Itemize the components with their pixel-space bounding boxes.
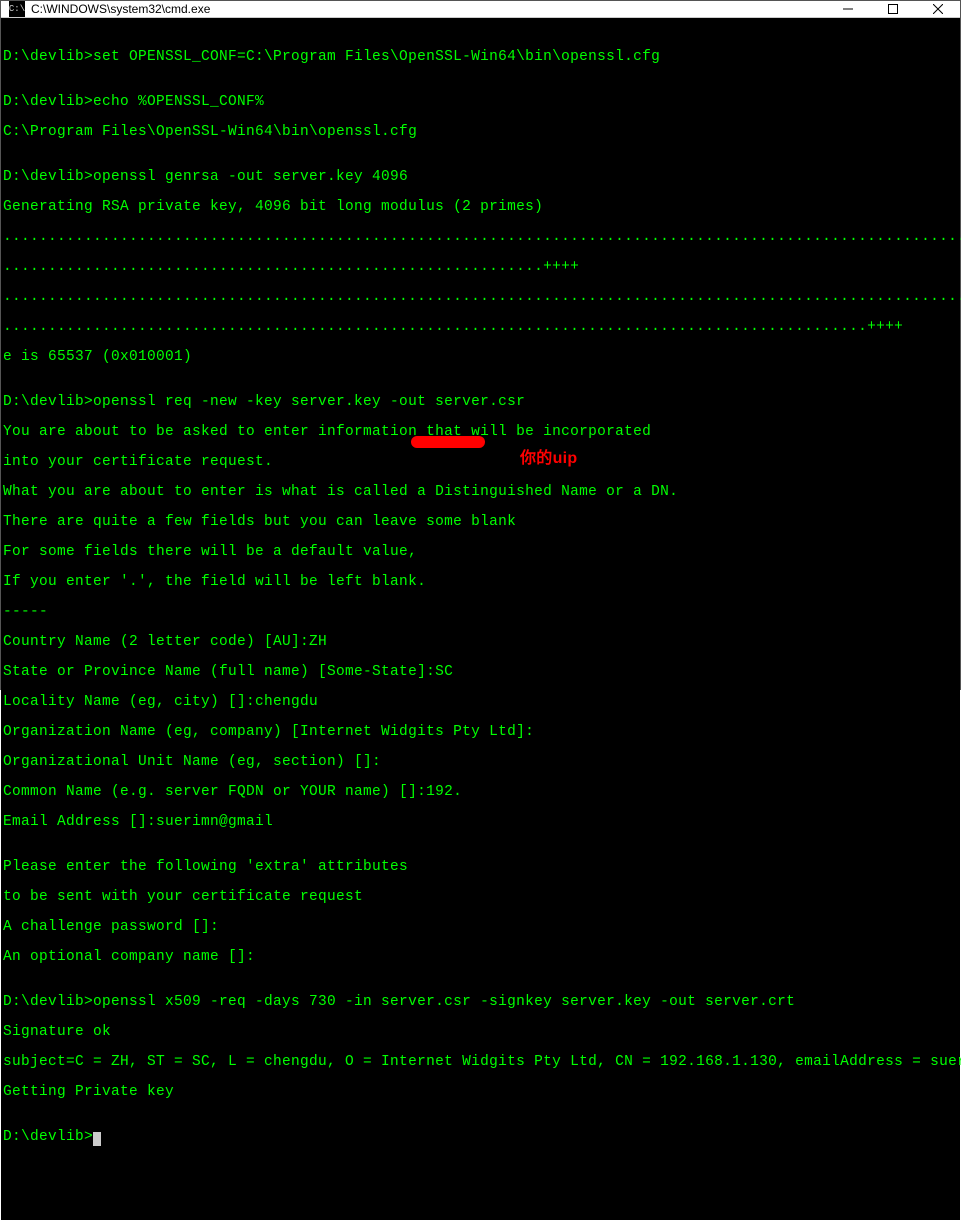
output-line: ........................................…	[3, 320, 960, 335]
output-line: D:\devlib>openssl req -new -key server.k…	[3, 395, 960, 410]
output-line: -----	[3, 605, 960, 620]
output-line: ........................................…	[3, 260, 960, 275]
maximize-button[interactable]	[870, 1, 915, 17]
output-line: e is 65537 (0x010001)	[3, 350, 960, 365]
output-line: Getting Private key	[3, 1085, 960, 1100]
output-line: D:\devlib>set OPENSSL_CONF=C:\Program Fi…	[3, 50, 960, 65]
output-line: Please enter the following 'extra' attri…	[3, 860, 960, 875]
close-icon	[933, 4, 943, 14]
output-line: C:\Program Files\OpenSSL-Win64\bin\opens…	[3, 125, 960, 140]
text-cursor	[93, 1132, 101, 1146]
output-line: State or Province Name (full name) [Some…	[3, 665, 960, 680]
output-line: Organizational Unit Name (eg, section) […	[3, 755, 960, 770]
output-line: Generating RSA private key, 4096 bit lon…	[3, 200, 960, 215]
output-line: D:\devlib>echo %OPENSSL_CONF%	[3, 95, 960, 110]
minimize-icon	[843, 4, 853, 14]
output-line: You are about to be asked to enter infor…	[3, 425, 960, 440]
output-line: subject=C = ZH, ST = SC, L = chengdu, O …	[3, 1055, 960, 1070]
output-line: ........................................…	[3, 290, 960, 305]
output-line: For some fields there will be a default …	[3, 545, 960, 560]
output-line: There are quite a few fields but you can…	[3, 515, 960, 530]
window-controls	[825, 1, 960, 17]
output-line: to be sent with your certificate request	[3, 890, 960, 905]
output-line: A challenge password []:	[3, 920, 960, 935]
output-line: ........................................…	[3, 230, 960, 245]
output-line: D:\devlib>openssl x509 -req -days 730 -i…	[3, 995, 960, 1010]
terminal-output[interactable]: D:\devlib>set OPENSSL_CONF=C:\Program Fi…	[1, 18, 960, 1220]
output-line: If you enter '.', the field will be left…	[3, 575, 960, 590]
output-line: What you are about to enter is what is c…	[3, 485, 960, 500]
cmd-icon: C:\	[9, 1, 25, 17]
close-button[interactable]	[915, 1, 960, 17]
output-line: D:\devlib>openssl genrsa -out server.key…	[3, 170, 960, 185]
output-line: Common Name (e.g. server FQDN or YOUR na…	[3, 785, 960, 800]
titlebar[interactable]: C:\ C:\WINDOWS\system32\cmd.exe	[1, 1, 960, 18]
minimize-button[interactable]	[825, 1, 870, 17]
window-title: C:\WINDOWS\system32\cmd.exe	[31, 2, 825, 16]
output-line: Email Address []:suerimn@gmail	[3, 815, 960, 830]
output-line: Signature ok	[3, 1025, 960, 1040]
output-line: Locality Name (eg, city) []:chengdu	[3, 695, 960, 710]
prompt-line: D:\devlib>	[3, 1130, 960, 1145]
output-line: Organization Name (eg, company) [Interne…	[3, 725, 960, 740]
maximize-icon	[888, 4, 898, 14]
prompt-text: D:\devlib>	[3, 1129, 93, 1145]
output-line: into your certificate request.	[3, 455, 960, 470]
cmd-window: C:\ C:\WINDOWS\system32\cmd.exe D:\devli…	[0, 0, 961, 690]
output-line: Country Name (2 letter code) [AU]:ZH	[3, 635, 960, 650]
cmd-icon-label: C:\	[9, 5, 25, 14]
output-line: An optional company name []:	[3, 950, 960, 965]
